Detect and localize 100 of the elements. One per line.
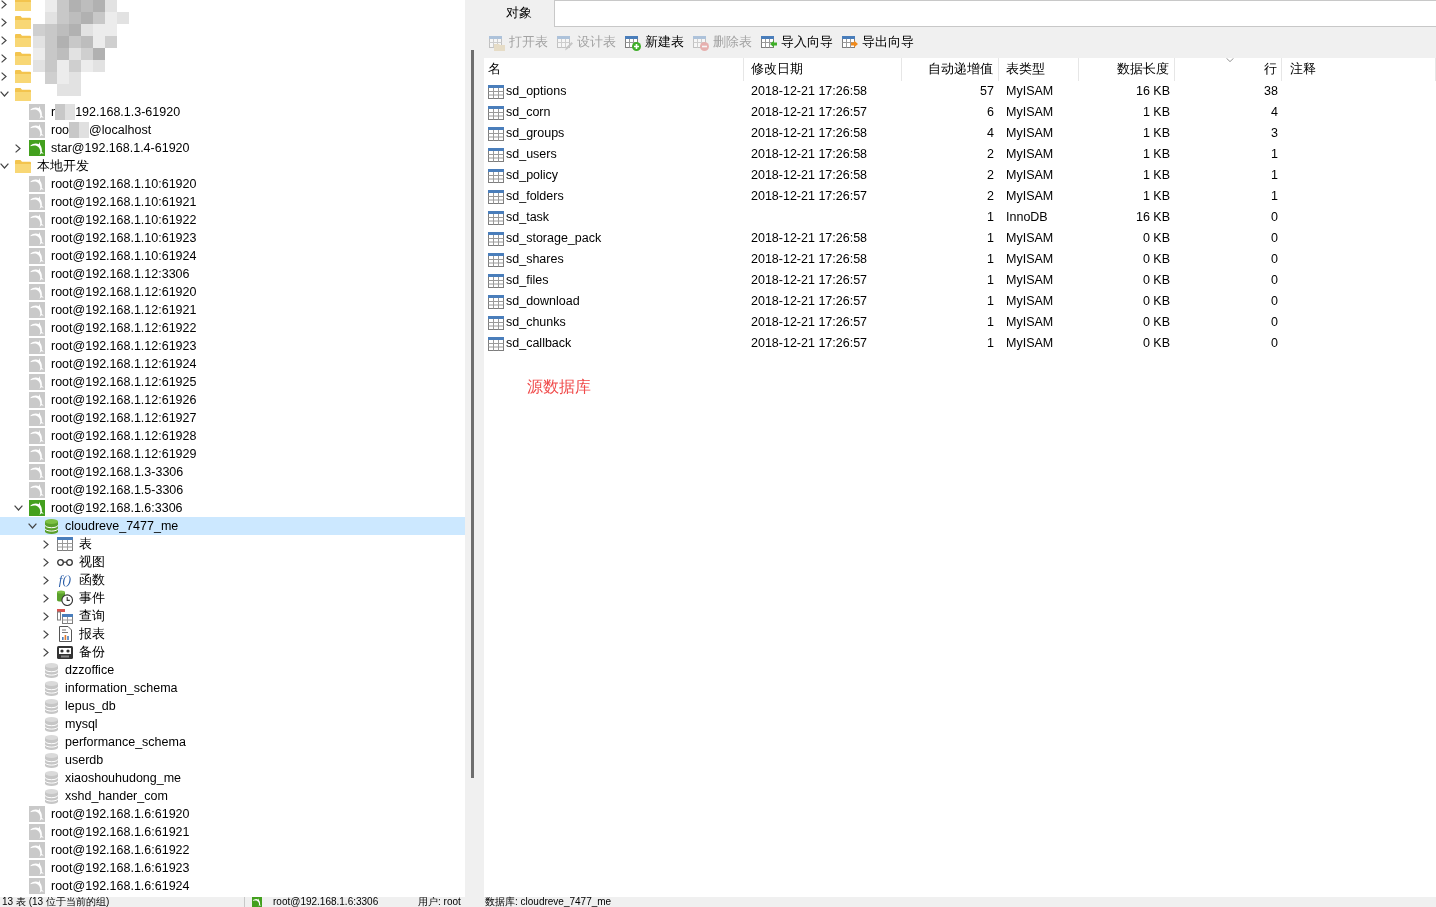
chevron-right-icon[interactable]	[43, 647, 49, 657]
table-cell-text: sd_users	[506, 146, 557, 164]
chevron-down-icon[interactable]	[28, 523, 37, 529]
tree-item[interactable]	[0, 85, 31, 103]
folder-icon	[15, 51, 31, 65]
table-cell-text: 1	[987, 335, 994, 353]
table-plus-icon	[625, 34, 641, 51]
folder-icon	[15, 15, 31, 29]
table-icon	[488, 336, 504, 351]
table-cell-text: 0	[1271, 230, 1278, 248]
table-cell-text: 1 KB	[1142, 167, 1170, 185]
table-cell-text: 0	[1271, 209, 1278, 227]
table-cell-text: 2018-12-21 17:26:58	[751, 125, 868, 143]
table-cell-text: sd_storage_pack	[506, 230, 602, 248]
table-cell-text: sd_groups	[506, 125, 565, 143]
chevron-right-icon[interactable]	[43, 575, 49, 585]
report-icon	[58, 626, 72, 642]
scrollbar-thumb[interactable]	[471, 50, 474, 778]
table-cell-text: 0 KB	[1142, 314, 1170, 332]
table-cell-text: 2018-12-21 17:26:58	[751, 251, 868, 269]
table-icon	[488, 126, 504, 141]
table-cell-text: 16 KB	[1135, 209, 1170, 227]
table-cell-text: 2018-12-21 17:26:57	[751, 293, 868, 311]
tab[interactable]: 对象	[484, 0, 554, 27]
table-cell-text: 2018-12-21 17:26:57	[751, 272, 868, 290]
table-cell-text: 1 KB	[1142, 104, 1170, 122]
table-cell-text: MyISAM	[1006, 335, 1054, 353]
table-icon	[488, 189, 504, 204]
chevron-right-icon[interactable]	[1, 71, 7, 81]
table-cell-text: sd_files	[506, 272, 549, 290]
table-cell-text: MyISAM	[1006, 251, 1054, 269]
column-header[interactable]: 注释	[1282, 58, 1436, 81]
table-cell-text: 1	[1271, 167, 1278, 185]
annotation-text: 源数据库	[527, 378, 591, 395]
table-cell-text: 4	[987, 125, 994, 143]
table-cell-text: 0	[1271, 293, 1278, 311]
table-minus-icon	[693, 34, 709, 51]
chevron-right-icon[interactable]	[1, 0, 7, 9]
toolbar-button[interactable]: 导入向导	[761, 33, 833, 52]
chevron-right-icon[interactable]	[43, 557, 49, 567]
pixelated-redaction	[69, 122, 90, 138]
table-cell-text: 2018-12-21 17:26:57	[751, 314, 868, 332]
chevron-right-icon[interactable]	[43, 629, 49, 639]
database-clock-icon	[57, 590, 73, 606]
toolbar-button[interactable]: 导出向导	[842, 33, 914, 52]
sort-caret-icon	[1226, 58, 1234, 62]
table-cell-text: MyISAM	[1006, 146, 1054, 164]
table-cell-text: sd_shares	[506, 251, 564, 269]
chevron-right-icon[interactable]	[43, 539, 49, 549]
table-cell-text: 1	[987, 272, 994, 290]
table-icon	[488, 252, 504, 267]
table-cell-text: 2018-12-21 17:26:58	[751, 230, 868, 248]
table-cell-text: 2	[987, 167, 994, 185]
table-folder-icon	[489, 34, 505, 51]
chevron-right-icon[interactable]	[43, 611, 49, 621]
table-cell-text: sd_options	[506, 83, 567, 101]
table-icon	[488, 147, 504, 162]
tree-item[interactable]	[0, 0, 31, 13]
table-cell-text: 1 KB	[1142, 146, 1170, 164]
table-icon	[488, 315, 504, 330]
table-icon	[488, 231, 504, 246]
toolbar-button[interactable]: 新建表	[625, 33, 684, 52]
table-cell-text: 1	[1271, 146, 1278, 164]
chevron-down-icon[interactable]	[14, 505, 23, 511]
tree-item[interactable]: cloudreve_7477_me	[0, 517, 465, 535]
table-cell-text: 2018-12-21 17:26:57	[751, 335, 868, 353]
table-cell-text: 38	[1264, 83, 1278, 101]
table-cell-text: 0 KB	[1142, 335, 1170, 353]
column-header[interactable]: 修改日期	[744, 58, 902, 81]
table-cell-text: 1	[987, 209, 994, 227]
chevron-right-icon[interactable]	[43, 593, 49, 603]
table-cell-text: 2018-12-21 17:26:58	[751, 146, 868, 164]
table-cell-text: MyISAM	[1006, 83, 1054, 101]
table-cell-text: MyISAM	[1006, 272, 1054, 290]
table-cell-text: sd_download	[506, 293, 580, 311]
chevron-down-icon[interactable]	[0, 91, 9, 97]
column-header[interactable]: 名	[484, 58, 744, 81]
table-icon	[488, 273, 504, 288]
column-header[interactable]: 行	[1175, 58, 1282, 81]
table-icon	[488, 294, 504, 309]
chevron-right-icon[interactable]	[1, 53, 7, 63]
chevron-right-icon[interactable]	[1, 17, 7, 27]
chevron-right-icon[interactable]	[1, 35, 7, 45]
table-pencil-icon	[557, 34, 573, 51]
table-cell-text: MyISAM	[1006, 167, 1054, 185]
table-cell-text: sd_callback	[506, 335, 572, 353]
cassette-icon	[57, 645, 73, 659]
table-cell-text: 2018-12-21 17:26:58	[751, 83, 868, 101]
table-cell-text: 2018-12-21 17:26:57	[751, 104, 868, 122]
column-header[interactable]: 自动递增值	[902, 58, 999, 81]
table-cell-text: 1	[987, 251, 994, 269]
column-header[interactable]: 表类型	[999, 58, 1079, 81]
chevron-right-icon[interactable]	[15, 143, 21, 153]
chevron-down-icon[interactable]	[0, 163, 9, 169]
table-cell-text: 0 KB	[1142, 272, 1170, 290]
table-cell-text: 0	[1271, 272, 1278, 290]
table-cell-text: 6	[987, 104, 994, 122]
table-cell-text: 1	[987, 293, 994, 311]
table-cell-text: MyISAM	[1006, 104, 1054, 122]
column-header[interactable]: 数据长度	[1079, 58, 1175, 81]
